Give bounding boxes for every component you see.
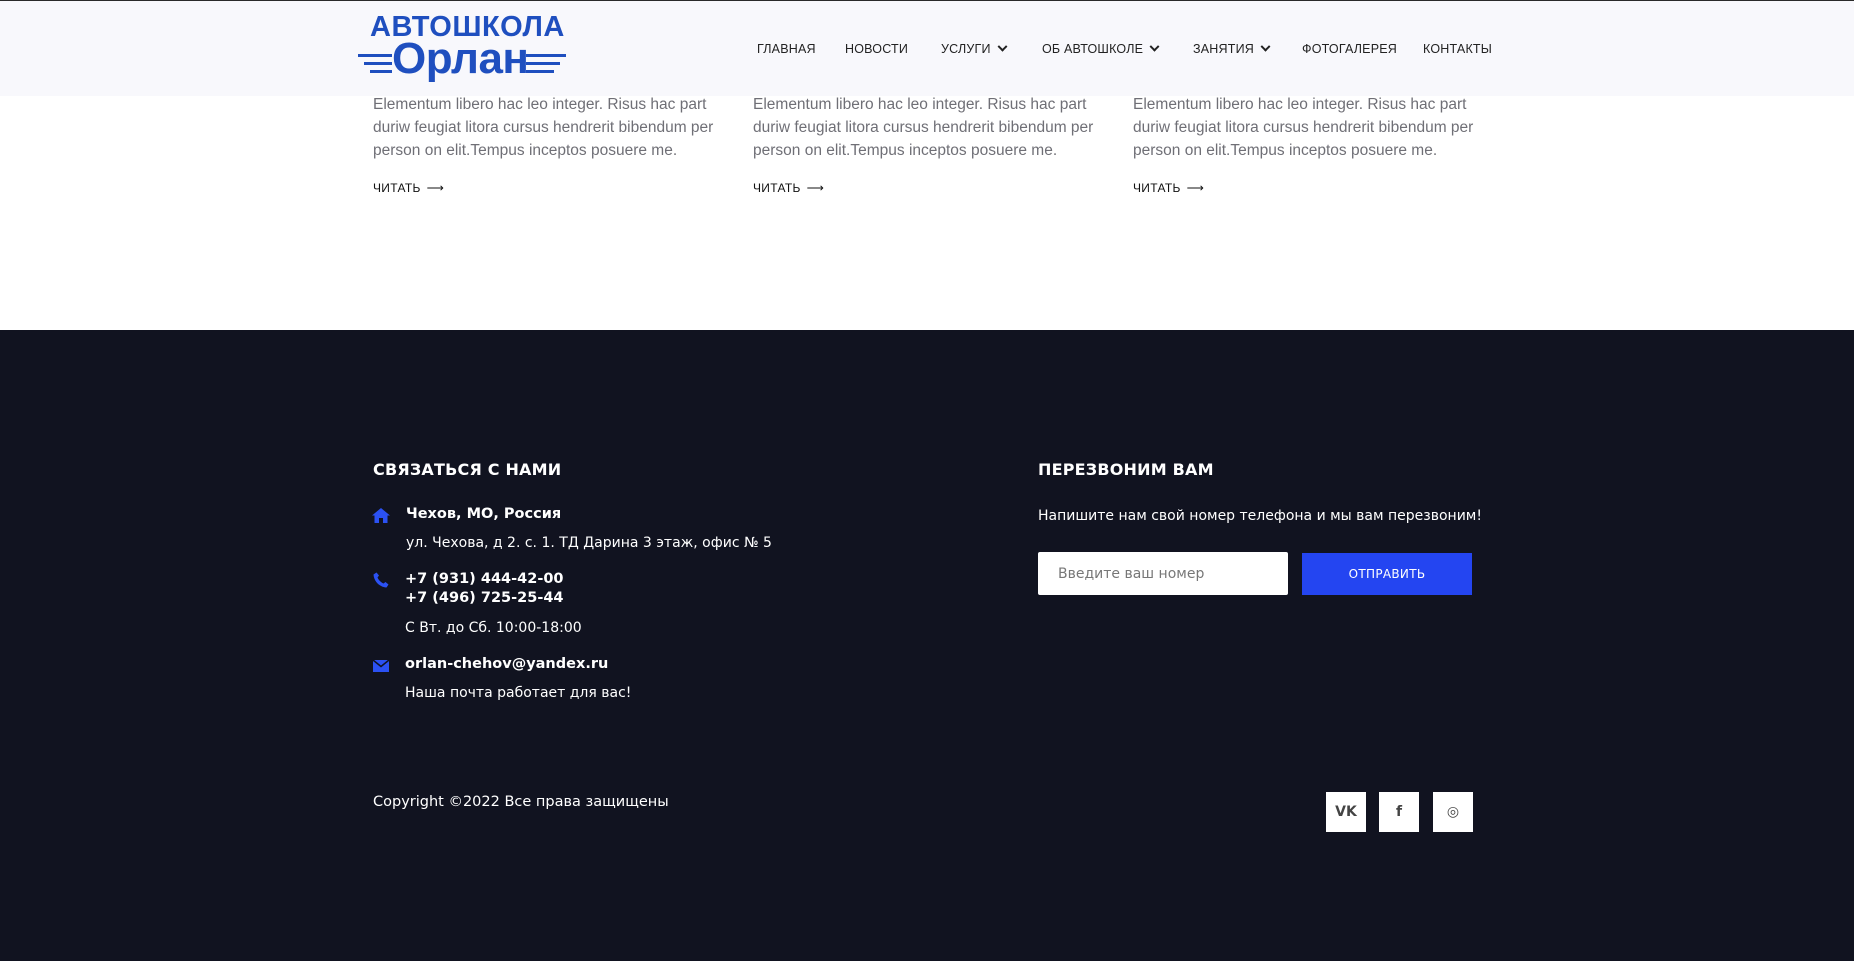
facebook-icon[interactable]: f bbox=[1379, 792, 1419, 832]
main-nav: ГЛАВНАЯ НОВОСТИ УСЛУГИ ОБ АВТОШКОЛЕ ЗАНЯ… bbox=[0, 1, 1854, 97]
read-more-link[interactable]: ЧИТАТЬ ⟶ bbox=[1133, 181, 1204, 195]
nav-item-label: НОВОСТИ bbox=[845, 42, 909, 56]
send-button[interactable]: ОТПРАВИТЬ bbox=[1302, 553, 1472, 595]
chevron-down-icon bbox=[997, 41, 1008, 52]
nav-item-contacts[interactable]: КОНТАКТЫ bbox=[1423, 42, 1492, 56]
working-hours: С Вт. до Сб. 10:00-18:00 bbox=[405, 620, 582, 636]
nav-item-label: ОБ АВТОШКОЛЕ bbox=[1042, 42, 1144, 56]
arrow-right-icon: ⟶ bbox=[806, 181, 825, 195]
nav-item-label: ФОТОГАЛЕРЕЯ bbox=[1302, 42, 1398, 56]
contact-title: СВЯЗАТЬСЯ С НАМИ bbox=[373, 460, 562, 479]
nav-item-label: УСЛУГИ bbox=[941, 42, 991, 56]
nav-item-gallery[interactable]: ФОТОГАЛЕРЕЯ bbox=[1302, 42, 1397, 56]
address-street: ул. Чехова, д 2. с. 1. ТД Дарина 3 этаж,… bbox=[406, 535, 772, 551]
read-more-link[interactable]: ЧИТАТЬ ⟶ bbox=[373, 181, 444, 195]
article-excerpt: Elementum libero hac leo integer. Risus … bbox=[1133, 96, 1474, 159]
vk-icon[interactable]: VK bbox=[1326, 792, 1366, 832]
read-more-label: ЧИТАТЬ bbox=[1133, 181, 1181, 195]
site-header: АВТОШКОЛА Орлан ГЛАВНАЯ НОВОСТИ УСЛУГИ О… bbox=[0, 0, 1854, 96]
arrow-right-icon: ⟶ bbox=[426, 181, 445, 195]
site-footer bbox=[0, 330, 1854, 961]
nav-item-about[interactable]: ОБ АВТОШКОЛЕ bbox=[1042, 41, 1160, 56]
chevron-down-icon bbox=[1260, 41, 1271, 52]
nav-item-label: ЗАНЯТИЯ bbox=[1193, 42, 1254, 56]
article-card: Elementum libero hac leo integer. Risus … bbox=[753, 93, 1113, 195]
article-excerpt: Elementum libero hac leo integer. Risus … bbox=[373, 96, 714, 159]
nav-item-news[interactable]: НОВОСТИ bbox=[845, 42, 908, 56]
arrow-right-icon: ⟶ bbox=[1186, 181, 1205, 195]
read-more-label: ЧИТАТЬ bbox=[753, 181, 801, 195]
phone-icon bbox=[373, 572, 389, 588]
article-card: Elementum libero hac leo integer. Risus … bbox=[1133, 93, 1493, 195]
callback-title: ПЕРЕЗВОНИМ ВАМ bbox=[1038, 460, 1214, 479]
phone-primary[interactable]: +7 (931) 444-42-00 bbox=[405, 571, 564, 587]
nav-item-label: ГЛАВНАЯ bbox=[757, 42, 816, 56]
nav-item-lessons[interactable]: ЗАНЯТИЯ bbox=[1193, 41, 1271, 56]
nav-item-home[interactable]: ГЛАВНАЯ bbox=[757, 42, 816, 56]
phone-secondary[interactable]: +7 (496) 725-25-44 bbox=[405, 590, 564, 606]
nav-item-label: КОНТАКТЫ bbox=[1423, 42, 1493, 56]
article-excerpt: Elementum libero hac leo integer. Risus … bbox=[753, 96, 1094, 159]
email-link[interactable]: orlan-chehov@yandex.ru bbox=[405, 656, 608, 672]
read-more-label: ЧИТАТЬ bbox=[373, 181, 421, 195]
phone-input[interactable] bbox=[1038, 552, 1288, 595]
envelope-icon bbox=[373, 660, 389, 672]
nav-item-services[interactable]: УСЛУГИ bbox=[941, 41, 1008, 56]
chevron-down-icon bbox=[1149, 41, 1160, 52]
callback-description: Напишите нам свой номер телефона и мы ва… bbox=[1038, 508, 1482, 524]
address-city: Чехов, МО, Россия bbox=[406, 506, 562, 522]
email-note: Наша почта работает для вас! bbox=[405, 685, 632, 701]
read-more-link[interactable]: ЧИТАТЬ ⟶ bbox=[753, 181, 824, 195]
home-icon bbox=[372, 508, 390, 523]
copyright-text: Copyright ©2022 Все права защищены bbox=[373, 794, 669, 810]
instagram-icon[interactable]: ◎ bbox=[1433, 792, 1473, 832]
article-card: Elementum libero hac leo integer. Risus … bbox=[373, 93, 733, 195]
